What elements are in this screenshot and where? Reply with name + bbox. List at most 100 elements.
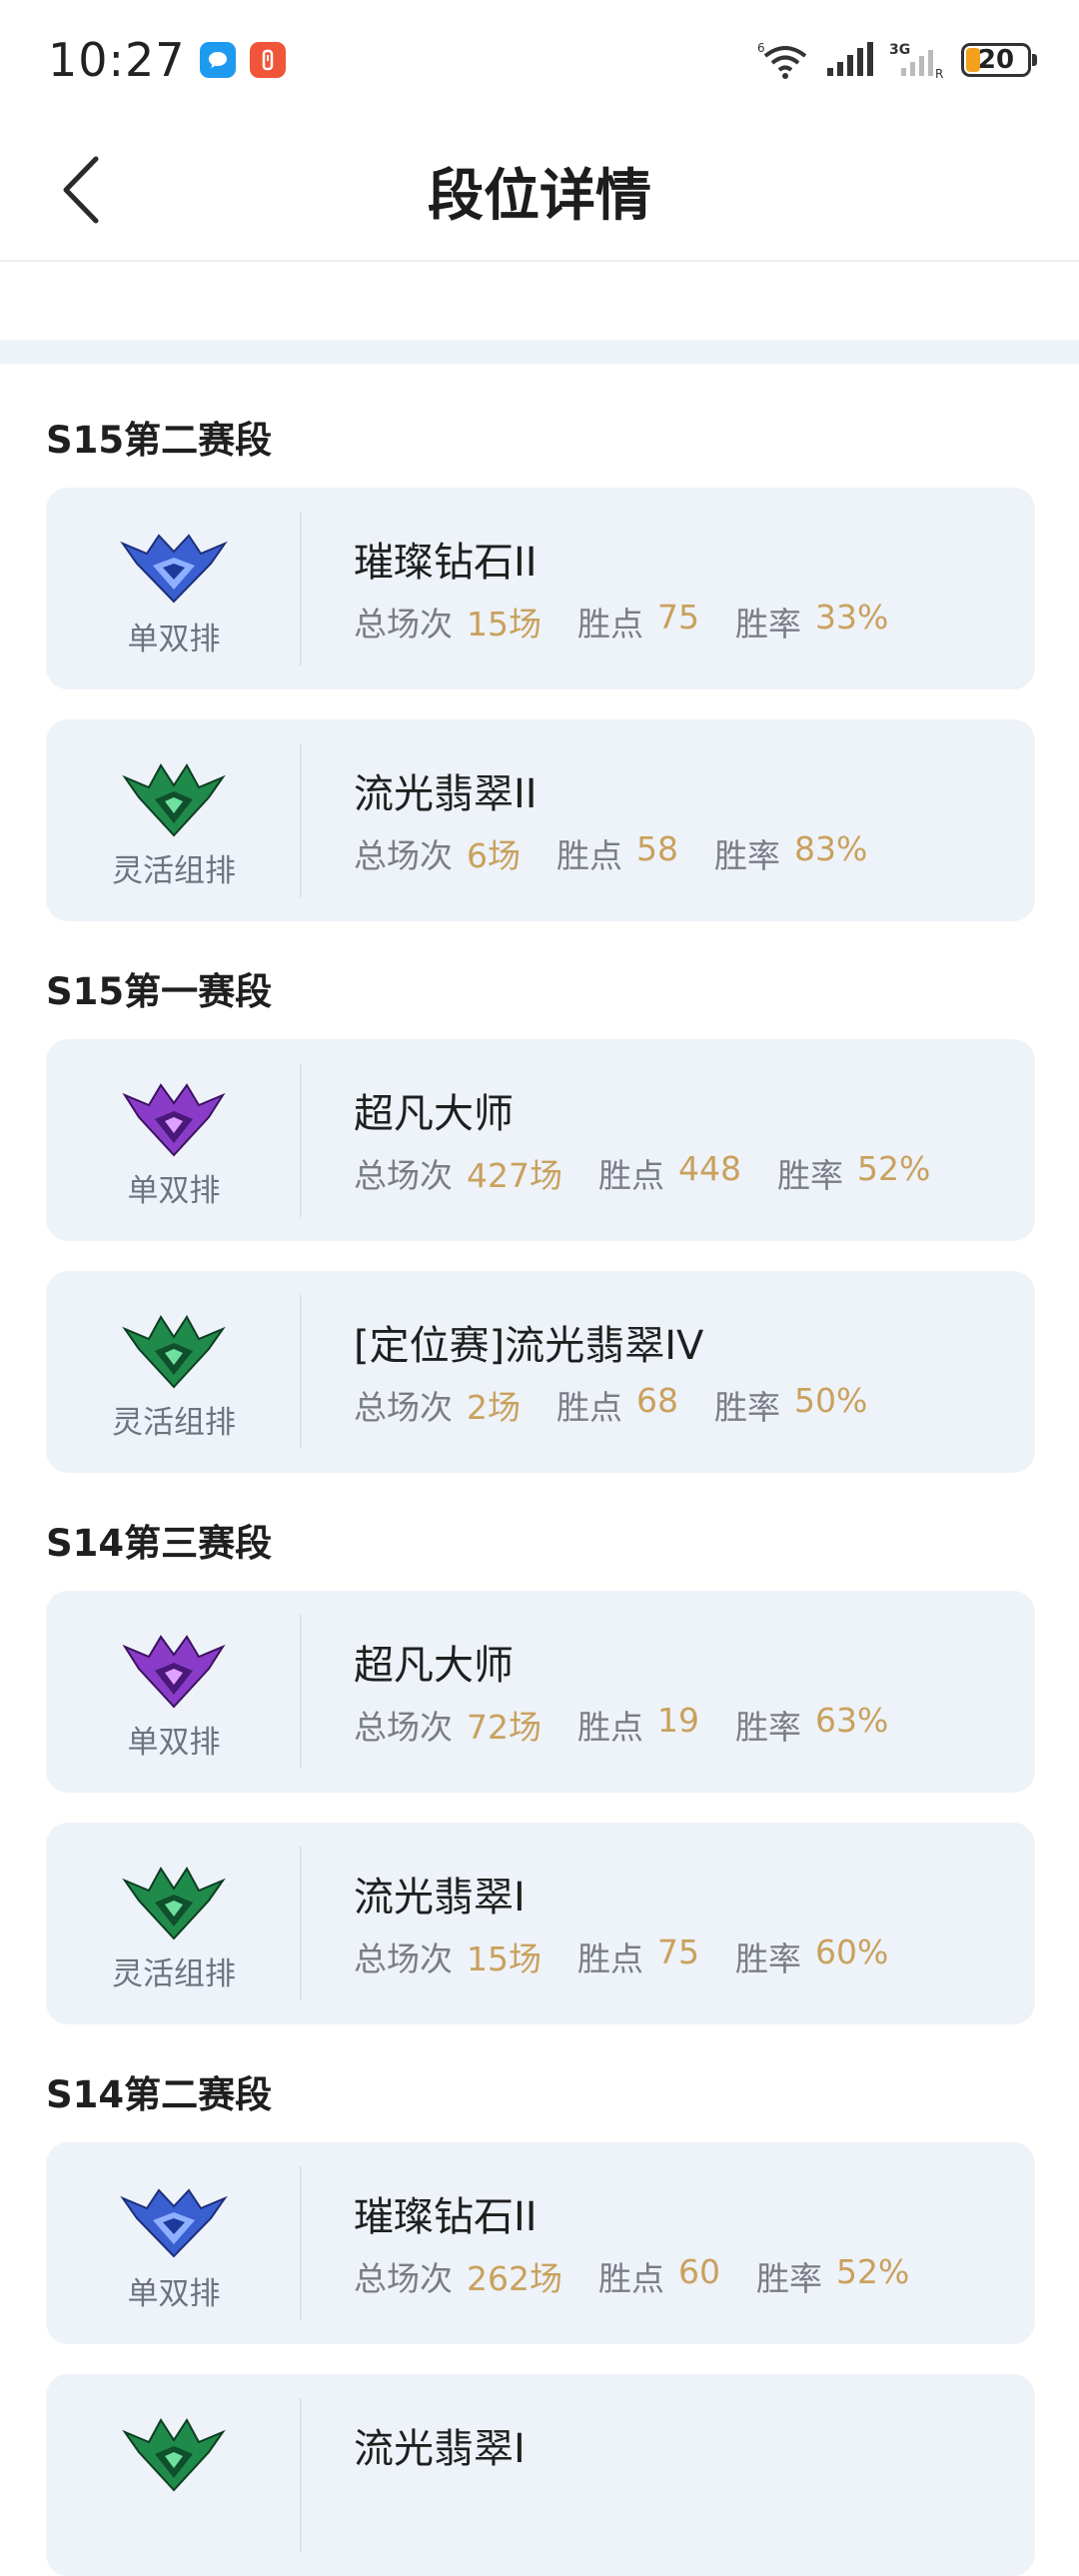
rank-stats: 总场次 15场 胜点 75 胜率 33% (354, 598, 924, 645)
games-label: 总场次 (354, 1156, 453, 1195)
queue-label: 单双排 (127, 2276, 221, 2312)
emerald-emblem-icon (122, 2418, 226, 2492)
card-divider (300, 512, 302, 665)
rank-card-left: 灵活组排 (46, 1271, 302, 1473)
rank-card-left: 单双排 (46, 1591, 302, 1793)
rank-stats: 总场次 15场 胜点 75 胜率 60% (354, 1932, 924, 1980)
winrate-label: 胜率 (714, 1388, 780, 1427)
status-right: 6 3G R 20 (757, 40, 1037, 80)
card-divider (300, 1063, 302, 1217)
battery-icon: 20 (961, 43, 1037, 77)
points-value: 75 (657, 598, 699, 637)
rank-card[interactable]: 单双排 超凡大师 总场次 427场 胜点 448 胜率 52% (46, 1039, 1035, 1241)
signal-3g-icon: 3G R (889, 42, 943, 80)
rank-card[interactable]: 流光翡翠I (46, 2374, 1035, 2576)
rank-card-left: 灵活组排 (46, 719, 302, 921)
winrate-label: 胜率 (714, 836, 780, 875)
rank-card[interactable]: 单双排 超凡大师 总场次 72场 胜点 19 胜率 63% (46, 1591, 1035, 1793)
card-divider (300, 2398, 302, 2552)
games-label: 总场次 (354, 605, 453, 644)
games-label: 总场次 (354, 2259, 453, 2298)
status-time: 10:27 (48, 33, 186, 87)
rank-stats: 总场次 2场 胜点 68 胜率 50% (354, 1381, 903, 1429)
queue-label: 单双排 (127, 1725, 221, 1761)
season-title: S14第三赛段 (46, 1522, 273, 1565)
diamond-emblem-icon (120, 2188, 228, 2258)
rank-stats: 总场次 262场 胜点 60 胜率 52% (354, 2252, 945, 2300)
rank-name: 超凡大师 (354, 1091, 514, 1137)
season-title: S15第一赛段 (46, 970, 273, 1013)
emerald-emblem-icon (122, 1867, 226, 1940)
rank-stats: 总场次 427场 胜点 448 胜率 52% (354, 1149, 966, 1197)
winrate-value: 83% (794, 829, 868, 868)
season-title: S14第二赛段 (46, 2073, 273, 2116)
page-title: 段位详情 (428, 163, 651, 229)
winrate-value: 33% (815, 598, 889, 637)
winrate-value: 63% (815, 1701, 889, 1740)
rank-name: 流光翡翠I (354, 1875, 526, 1921)
games-value: 15场 (467, 605, 541, 644)
rank-card[interactable]: 单双排 璀璨钻石II 总场次 262场 胜点 60 胜率 52% (46, 2142, 1035, 2344)
winrate-value: 60% (815, 1932, 889, 1971)
games-label: 总场次 (354, 1388, 453, 1427)
battery-level: 20 (977, 45, 1015, 75)
queue-label: 单双排 (127, 622, 221, 657)
queue-label: 灵活组排 (112, 1405, 236, 1441)
rank-name: [定位赛]流光翡翠IV (354, 1323, 704, 1369)
signal-icon (827, 42, 873, 76)
points-value: 60 (678, 2252, 720, 2291)
nav-header: 段位详情 (0, 120, 1079, 262)
games-value: 427场 (467, 1156, 562, 1195)
winrate-label: 胜率 (777, 1156, 843, 1195)
games-label: 总场次 (354, 1708, 453, 1747)
rank-name: 超凡大师 (354, 1643, 514, 1689)
queue-label: 灵活组排 (112, 853, 236, 889)
rank-card[interactable]: 灵活组排 流光翡翠II 总场次 6场 胜点 58 胜率 83% (46, 719, 1035, 921)
rank-card-left: 灵活组排 (46, 1823, 302, 2024)
svg-text:6: 6 (757, 41, 765, 55)
points-label: 胜点 (598, 1156, 664, 1195)
games-value: 15场 (467, 1939, 541, 1978)
master-emblem-icon (122, 1635, 226, 1709)
points-label: 胜点 (577, 605, 643, 644)
svg-text:3G: 3G (889, 42, 910, 58)
diamond-emblem-icon (120, 534, 228, 604)
points-value: 75 (657, 1932, 699, 1971)
rank-card-left: 单双排 (46, 488, 302, 689)
alert-notification-icon (249, 42, 286, 78)
rank-card-left: 单双排 (46, 1039, 302, 1241)
winrate-label: 胜率 (756, 2259, 822, 2298)
winrate-label: 胜率 (735, 1708, 801, 1747)
section-divider (0, 340, 1079, 364)
points-label: 胜点 (556, 1388, 622, 1427)
card-divider (300, 1615, 302, 1769)
rank-card[interactable]: 灵活组排 [定位赛]流光翡翠IV 总场次 2场 胜点 68 胜率 50% (46, 1271, 1035, 1473)
card-divider (300, 1847, 302, 2000)
points-value: 68 (636, 1381, 678, 1420)
rank-stats: 总场次 6场 胜点 58 胜率 83% (354, 829, 903, 877)
points-value: 58 (636, 829, 678, 868)
status-bar: 10:27 6 3G R 20 (0, 0, 1079, 120)
rank-stats: 总场次 72场 胜点 19 胜率 63% (354, 1701, 924, 1749)
card-divider (300, 2166, 302, 2320)
master-emblem-icon (122, 1083, 226, 1157)
games-value: 2场 (467, 1388, 521, 1427)
rank-name: 璀璨钻石II (354, 2194, 538, 2240)
games-label: 总场次 (354, 836, 453, 875)
points-label: 胜点 (577, 1708, 643, 1747)
points-label: 胜点 (577, 1939, 643, 1978)
season-title: S15第二赛段 (46, 419, 273, 462)
games-value: 6场 (467, 836, 521, 875)
emerald-emblem-icon (122, 1315, 226, 1389)
winrate-value: 52% (836, 2252, 910, 2291)
status-left: 10:27 (48, 33, 286, 87)
rank-card-left: 单双排 (46, 2142, 302, 2344)
card-divider (300, 743, 302, 897)
rank-card[interactable]: 灵活组排 流光翡翠I 总场次 15场 胜点 75 胜率 60% (46, 1823, 1035, 2024)
games-value: 72场 (467, 1708, 541, 1747)
chat-notification-icon (199, 42, 236, 78)
rank-card[interactable]: 单双排 璀璨钻石II 总场次 15场 胜点 75 胜率 33% (46, 488, 1035, 689)
svg-text:R: R (935, 67, 943, 80)
rank-card-left (46, 2374, 302, 2576)
points-label: 胜点 (556, 836, 622, 875)
